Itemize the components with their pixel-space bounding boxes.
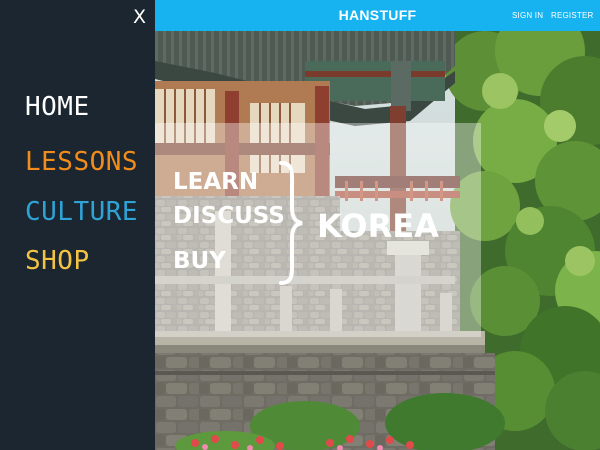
page: X HOME LESSONS CULTURE SHOP HANSTUFF SIG… xyxy=(0,0,600,450)
sign-in-link[interactable]: SIGN IN xyxy=(512,0,543,31)
nav-item-home[interactable]: HOME xyxy=(25,92,90,122)
hero-word-buy: BUY xyxy=(173,248,226,274)
nav-item-culture[interactable]: CULTURE xyxy=(25,197,138,227)
hero-word-learn: LEARN xyxy=(173,169,259,195)
top-bar: HANSTUFF SIGN IN REGISTER xyxy=(155,0,600,31)
close-menu-button[interactable]: X xyxy=(133,6,146,28)
nav-item-shop[interactable]: SHOP xyxy=(25,246,90,276)
register-link[interactable]: REGISTER xyxy=(551,0,594,31)
curly-brace-icon xyxy=(279,161,303,285)
hero-title-korea: KOREA xyxy=(317,207,439,245)
sidebar-menu: X HOME LESSONS CULTURE SHOP xyxy=(0,0,155,450)
hero-word-discuss: DISCUSS xyxy=(173,203,285,229)
nav-item-lessons[interactable]: LESSONS xyxy=(25,147,138,177)
